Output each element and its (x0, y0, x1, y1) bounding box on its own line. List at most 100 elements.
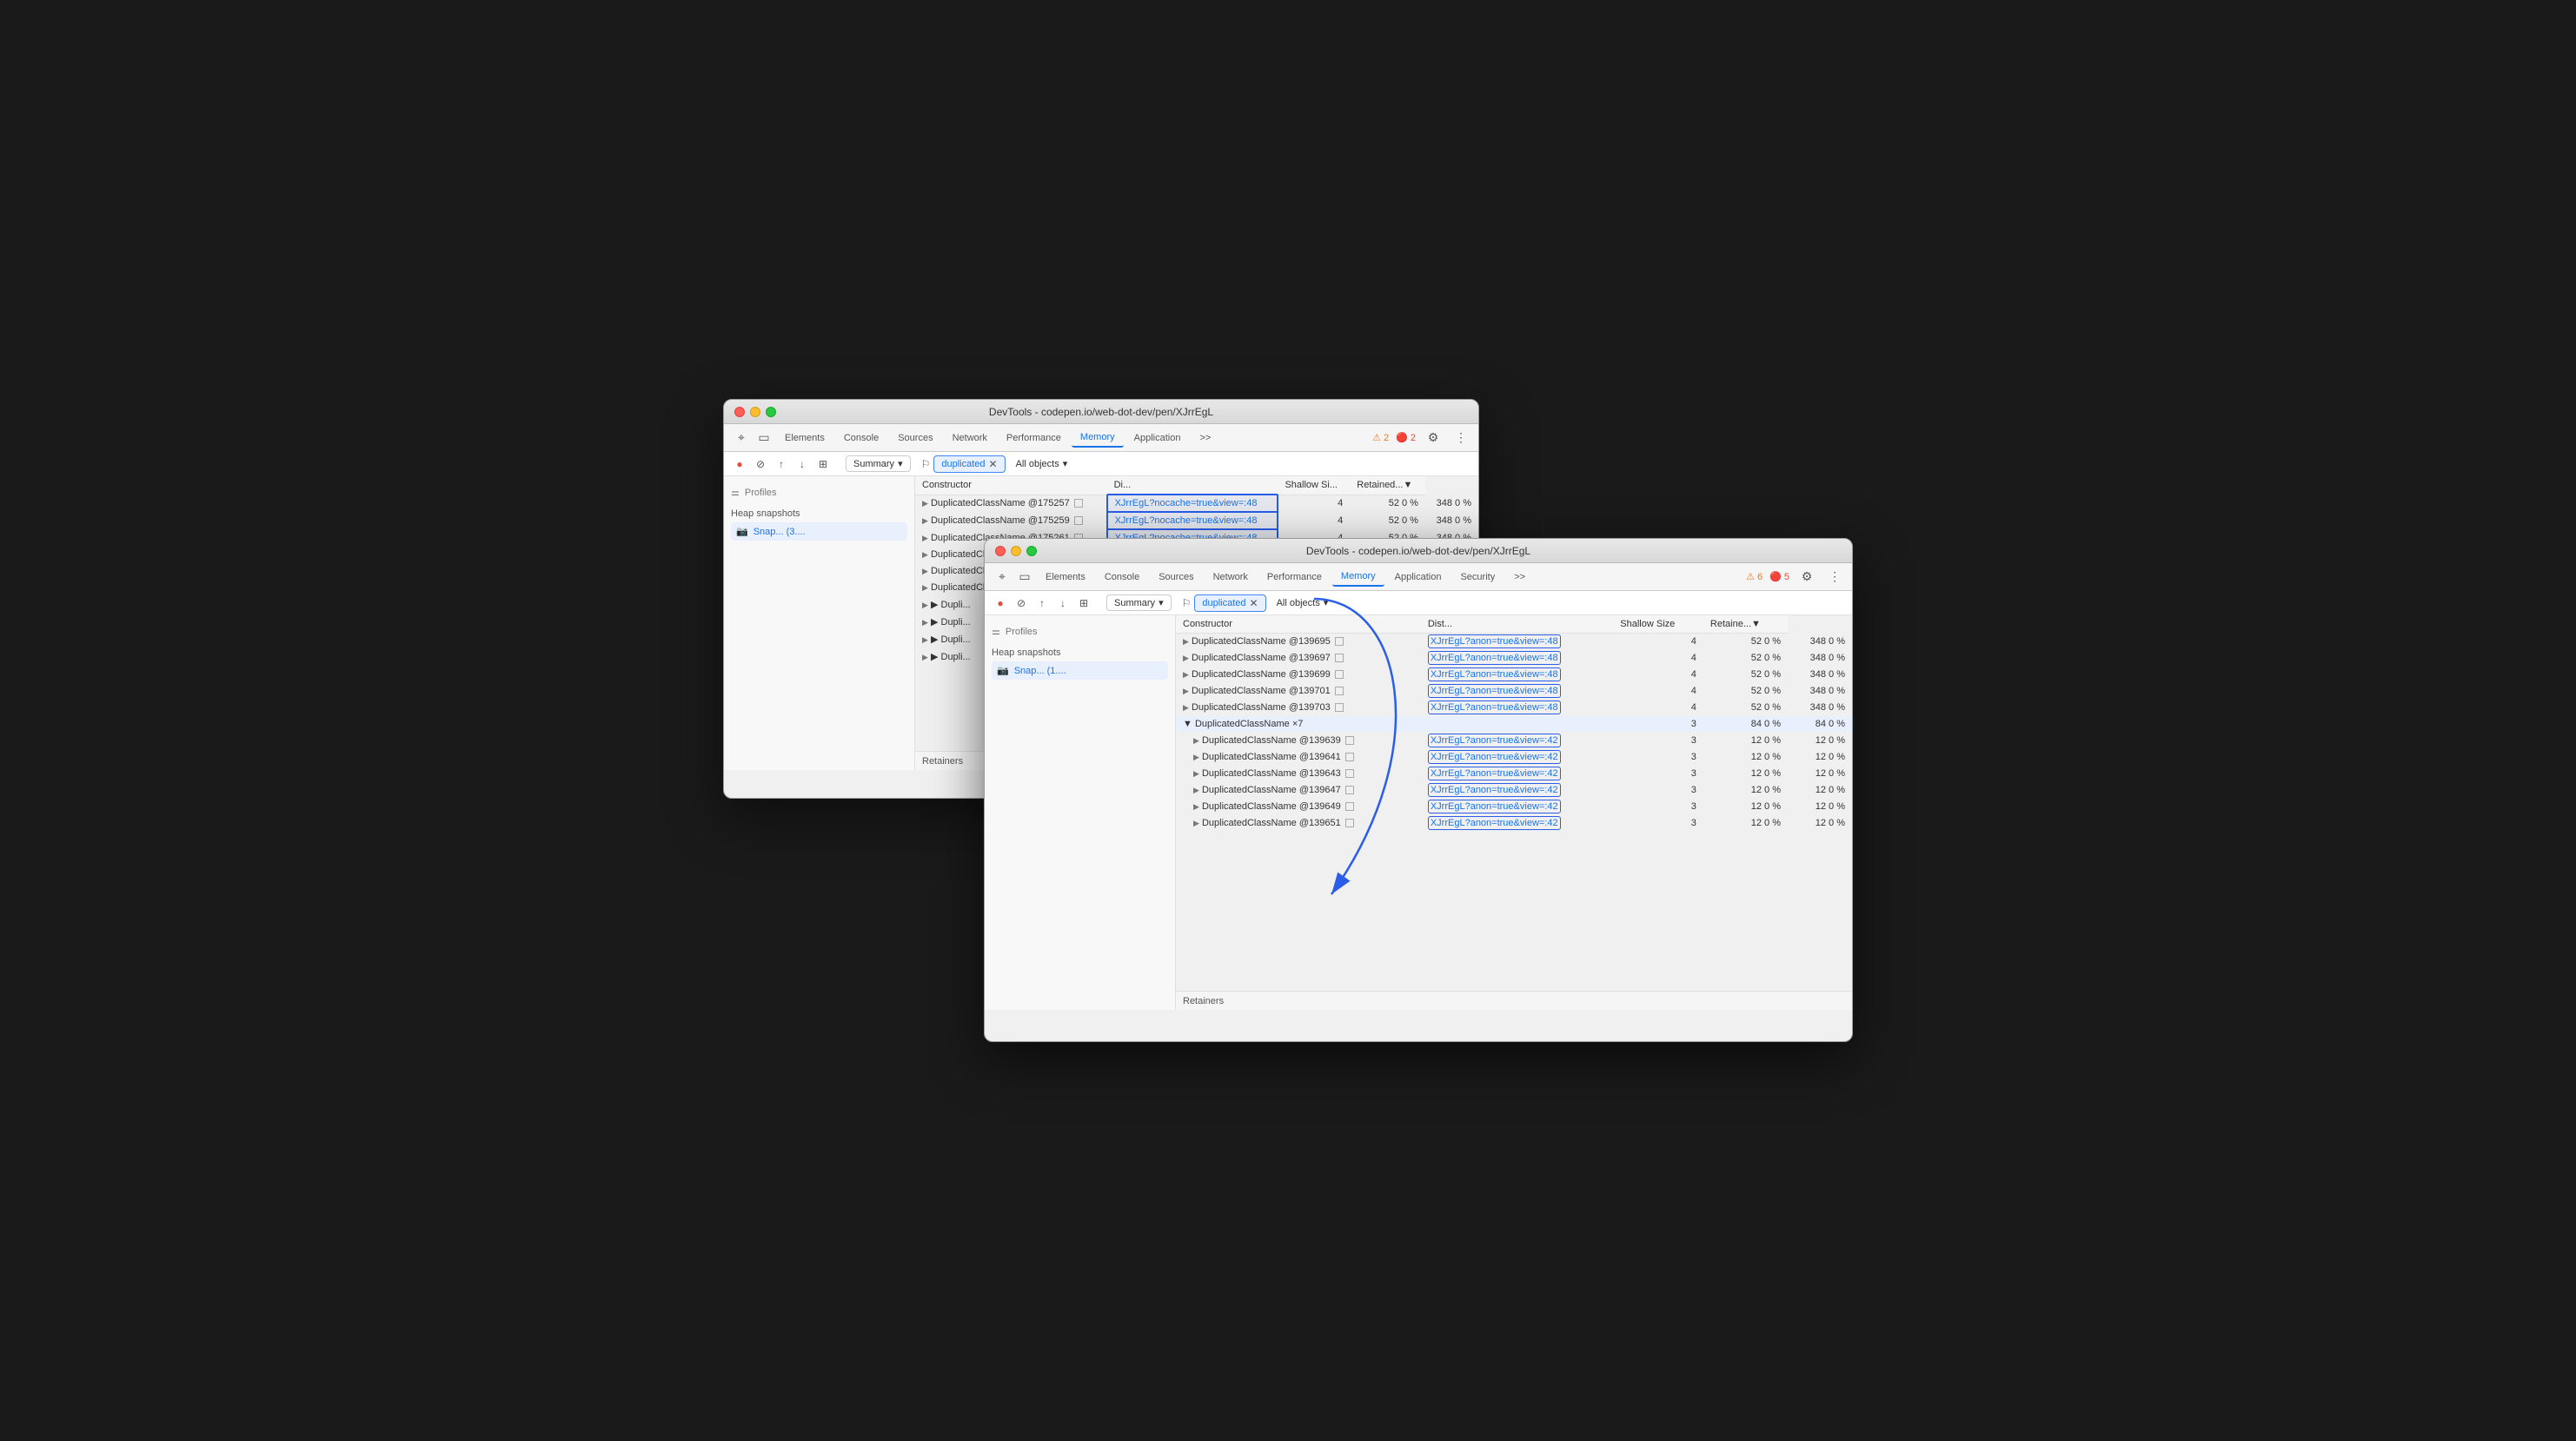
source-link[interactable]: XJrrEgL?anon=true&view=:42 (1428, 783, 1561, 797)
cell-link[interactable]: XJrrEgL?nocache=true&view=:48 (1107, 512, 1278, 529)
cell-dist: 4 (1278, 495, 1350, 512)
error-badge-2: 🔴 5 (1769, 571, 1789, 582)
grid-btn-2[interactable]: ⊞ (1075, 594, 1092, 612)
minimize-button-2[interactable] (1011, 546, 1021, 556)
cell-constructor: ▶ DuplicatedClassName @139649 (1176, 799, 1421, 815)
cell-dist: 3 (1613, 799, 1703, 815)
maximize-button-2[interactable] (1026, 546, 1037, 556)
table-row: ▶ DuplicatedClassName @139643 XJrrEgL?an… (1176, 766, 1852, 782)
filter-clear-2[interactable]: ✕ (1250, 597, 1258, 609)
download-btn-1[interactable]: ↓ (793, 455, 811, 473)
cell-dist: 3 (1613, 766, 1703, 782)
tab-performance-1[interactable]: Performance (998, 429, 1070, 447)
tab-elements-2[interactable]: Elements (1037, 568, 1094, 586)
tab-application-1[interactable]: Application (1125, 429, 1190, 447)
maximize-button-1[interactable] (766, 407, 776, 417)
cell-shallow: 52 0 % (1703, 700, 1788, 716)
cell-link[interactable]: XJrrEgL?anon=true&view=:42 (1421, 782, 1613, 799)
settings-icon-1[interactable]: ⚙ (1423, 428, 1444, 448)
source-link[interactable]: XJrrEgL?nocache=true&view=:48 (1115, 498, 1258, 508)
cell-link[interactable]: XJrrEgL?nocache=true&view=:48 (1107, 495, 1278, 512)
source-link[interactable]: XJrrEgL?anon=true&view=:48 (1428, 684, 1561, 698)
tab-performance-2[interactable]: Performance (1258, 568, 1331, 586)
cell-link[interactable]: XJrrEgL?anon=true&view=:48 (1421, 683, 1613, 700)
all-objects-dropdown-2[interactable]: All objects ▾ (1277, 597, 1329, 608)
all-objects-dropdown-1[interactable]: All objects ▾ (1016, 458, 1068, 469)
device-icon[interactable]: ▭ (754, 428, 774, 448)
upload-btn-2[interactable]: ↑ (1033, 594, 1051, 612)
filter-tag-1[interactable]: duplicated ✕ (933, 455, 1005, 473)
cell-link[interactable]: XJrrEgL?anon=true&view=:42 (1421, 766, 1613, 782)
filter-clear-1[interactable]: ✕ (989, 458, 998, 470)
grid-btn-1[interactable]: ⊞ (814, 455, 832, 473)
more-icon-2[interactable]: ⋮ (1824, 567, 1845, 588)
cell-retained: 348 0 % (1788, 650, 1852, 667)
sidebar-2: ⚌ Profiles Heap snapshots 📷 Snap... (1..… (985, 615, 1176, 1010)
device-icon-2[interactable]: ▭ (1014, 567, 1035, 588)
filter-tag-2[interactable]: duplicated ✕ (1194, 594, 1265, 612)
tab-sources-1[interactable]: Sources (889, 429, 941, 447)
cell-link[interactable]: XJrrEgL?anon=true&view=:42 (1421, 815, 1613, 832)
cell-link[interactable]: XJrrEgL?anon=true&view=:48 (1421, 650, 1613, 667)
source-link[interactable]: XJrrEgL?anon=true&view=:42 (1428, 750, 1561, 764)
cell-link[interactable]: XJrrEgL?anon=true&view=:42 (1421, 799, 1613, 815)
source-link[interactable]: XJrrEgL?anon=true&view=:48 (1428, 651, 1561, 665)
cell-link-empty (1421, 716, 1613, 733)
toolbar-1: ● ⊘ ↑ ↓ ⊞ Summary ▾ ⚐ duplicated ✕ All o… (724, 452, 1478, 476)
source-link[interactable]: XJrrEgL?anon=true&view=:42 (1428, 767, 1561, 780)
tab-sources-2[interactable]: Sources (1150, 568, 1202, 586)
download-btn-2[interactable]: ↓ (1054, 594, 1072, 612)
tab-elements-1[interactable]: Elements (776, 429, 833, 447)
upload-btn-1[interactable]: ↑ (773, 455, 790, 473)
more-icon-1[interactable]: ⋮ (1451, 428, 1471, 448)
source-link[interactable]: XJrrEgL?anon=true&view=:48 (1428, 667, 1561, 681)
table-row: ▶ DuplicatedClassName @139701 XJrrEgL?an… (1176, 683, 1852, 700)
cell-shallow: 52 0 % (1350, 495, 1425, 512)
cell-link[interactable]: XJrrEgL?anon=true&view=:48 (1421, 634, 1613, 650)
close-button-1[interactable] (734, 407, 745, 417)
clear-btn-1[interactable]: ⊘ (752, 455, 769, 473)
inspect-icon[interactable]: ⌖ (731, 428, 752, 448)
cell-retained: 348 0 % (1788, 634, 1852, 650)
source-link[interactable]: XJrrEgL?anon=true&view=:42 (1428, 734, 1561, 747)
clear-btn-2[interactable]: ⊘ (1012, 594, 1030, 612)
source-link[interactable]: XJrrEgL?anon=true&view=:48 (1428, 634, 1561, 648)
cell-retained: 348 0 % (1425, 512, 1478, 529)
source-link[interactable]: XJrrEgL?anon=true&view=:48 (1428, 701, 1561, 714)
tab-more-1[interactable]: >> (1191, 429, 1219, 447)
tab-memory-1[interactable]: Memory (1072, 428, 1124, 448)
heap-snapshots-title-2: Heap snapshots (992, 641, 1168, 661)
title-bar-2: DevTools - codepen.io/web-dot-dev/pen/XJ… (985, 539, 1852, 563)
snapshot-item-1[interactable]: 📷 Snap... (3.... (731, 522, 907, 541)
cell-constructor: ▶ DuplicatedClassName @139639 (1176, 733, 1421, 749)
tab-security-2[interactable]: Security (1451, 568, 1504, 586)
sidebar-1: ⚌ Profiles Heap snapshots 📷 Snap... (3..… (724, 476, 915, 770)
table-scroll-2[interactable]: Constructor Dist... Shallow Size Retaine… (1176, 615, 1852, 991)
record-btn-1[interactable]: ● (731, 455, 748, 473)
tab-memory-2[interactable]: Memory (1332, 568, 1384, 587)
toolbar-2: ● ⊘ ↑ ↓ ⊞ Summary ▾ ⚐ duplicated ✕ All o… (985, 591, 1852, 615)
cell-link[interactable]: XJrrEgL?anon=true&view=:48 (1421, 667, 1613, 683)
cell-dist: 4 (1613, 650, 1703, 667)
inspect-icon-2[interactable]: ⌖ (992, 567, 1012, 588)
summary-dropdown-2[interactable]: Summary ▾ (1106, 594, 1172, 611)
source-link[interactable]: XJrrEgL?anon=true&view=:42 (1428, 816, 1561, 830)
summary-dropdown-1[interactable]: Summary ▾ (846, 455, 911, 472)
source-link[interactable]: XJrrEgL?nocache=true&view=:48 (1115, 515, 1258, 526)
close-button-2[interactable] (995, 546, 1006, 556)
tab-console-2[interactable]: Console (1096, 568, 1148, 586)
cell-link[interactable]: XJrrEgL?anon=true&view=:42 (1421, 749, 1613, 766)
settings-icon-2[interactable]: ⚙ (1796, 567, 1817, 588)
tab-network-1[interactable]: Network (944, 429, 996, 447)
tab-console-1[interactable]: Console (835, 429, 887, 447)
minimize-button-1[interactable] (750, 407, 760, 417)
cell-link[interactable]: XJrrEgL?anon=true&view=:42 (1421, 733, 1613, 749)
tab-application-2[interactable]: Application (1386, 568, 1451, 586)
snapshot-item-2[interactable]: 📷 Snap... (1.... (992, 661, 1168, 680)
tab-network-2[interactable]: Network (1205, 568, 1257, 586)
source-link[interactable]: XJrrEgL?anon=true&view=:42 (1428, 800, 1561, 813)
cell-retained: 12 0 % (1788, 815, 1852, 832)
tab-more-2[interactable]: >> (1505, 568, 1534, 586)
cell-link[interactable]: XJrrEgL?anon=true&view=:48 (1421, 700, 1613, 716)
record-btn-2[interactable]: ● (992, 594, 1009, 612)
